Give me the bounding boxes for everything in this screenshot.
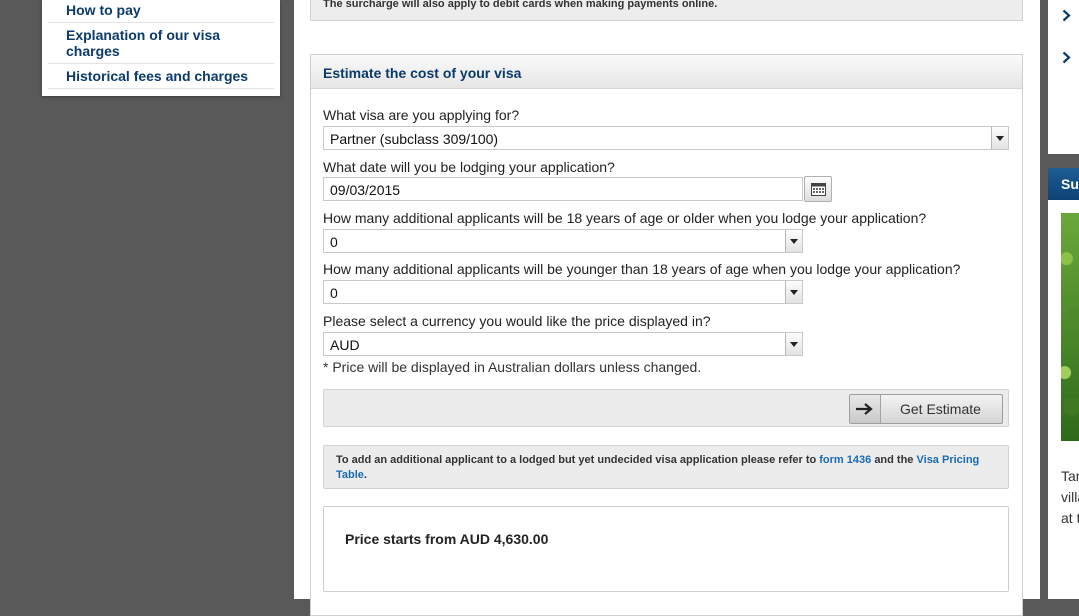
panel-title: Estimate the cost of your visa (323, 65, 522, 81)
info-prefix: To add an additional applicant to a lodg… (336, 454, 817, 466)
lodge-date-input[interactable]: 09/03/2015 (323, 177, 803, 201)
adult-applicants-value: 0 (330, 234, 338, 250)
currency-value: AUD (330, 337, 360, 353)
sidebar-divider (48, 22, 274, 23)
right-link-list (1048, 0, 1079, 154)
right-panel-title: Su (1061, 176, 1079, 192)
child-applicants-value: 0 (330, 285, 338, 301)
right-panel-header: Su (1048, 168, 1079, 200)
arrow-right-icon (850, 395, 881, 423)
info-text: To add an additional applicant to a lodg… (336, 453, 986, 483)
get-estimate-button[interactable]: Get Estimate (849, 394, 1003, 424)
additional-applicant-info: To add an additional applicant to a lodg… (323, 445, 1009, 489)
chevron-right-icon[interactable] (1062, 9, 1071, 22)
sidebar-divider (48, 63, 274, 64)
surcharge-notice: The surcharge will also apply to debit c… (310, 0, 1023, 21)
currency-select[interactable]: AUD (323, 332, 803, 356)
currency-question-label: Please select a currency you would like … (323, 313, 711, 329)
visa-cost-estimator-panel: Estimate the cost of your visa What visa… (310, 54, 1023, 616)
sidebar-link-historical-fees[interactable]: Historical fees and charges (66, 68, 272, 84)
adults-question-label: How many additional applicants will be 1… (323, 210, 927, 226)
panel-header: Estimate the cost of your visa (311, 55, 1022, 89)
feature-image[interactable] (1061, 213, 1079, 441)
calendar-button[interactable] (804, 176, 832, 202)
feature-text-line: at t (1061, 510, 1079, 526)
child-applicants-select[interactable]: 0 (323, 280, 803, 304)
info-mid: and the (874, 454, 914, 466)
price-result-box: Price starts from AUD 4,630.00 (323, 506, 1009, 592)
date-question-label: What date will you be lodging your appli… (323, 159, 615, 175)
left-sidebar-nav: How to pay Explanation of our visa charg… (42, 0, 280, 96)
info-suffix: . (363, 469, 367, 481)
chevron-down-icon[interactable] (785, 230, 802, 252)
form-1436-link[interactable]: form 1436 (819, 454, 871, 466)
get-estimate-label: Get Estimate (900, 401, 981, 417)
calendar-icon (811, 183, 826, 196)
estimate-button-bar: Get Estimate (323, 389, 1009, 427)
surcharge-notice-text: The surcharge will also apply to debit c… (323, 0, 718, 10)
price-result-text: Price starts from AUD 4,630.00 (345, 531, 549, 547)
currency-note: * Price will be displayed in Australian … (323, 359, 702, 375)
sidebar-link-how-to-pay[interactable]: How to pay (66, 2, 272, 18)
children-question-label: How many additional applicants will be y… (323, 261, 961, 277)
chevron-down-icon[interactable] (785, 281, 802, 303)
main-content: The surcharge will also apply to debit c… (294, 0, 1040, 616)
feature-text-line: Tar (1061, 468, 1079, 484)
visa-type-value: Partner (subclass 309/100) (330, 131, 499, 147)
right-feature-panel: Su Tar villa at t (1048, 168, 1079, 599)
visa-type-select[interactable]: Partner (subclass 309/100) (323, 126, 1009, 150)
chevron-right-icon[interactable] (1062, 51, 1071, 64)
visa-question-label: What visa are you applying for? (323, 107, 520, 123)
sidebar-divider (48, 88, 274, 89)
chevron-down-icon[interactable] (785, 333, 802, 355)
adult-applicants-select[interactable]: 0 (323, 229, 803, 253)
lodge-date-value: 09/03/2015 (330, 182, 401, 198)
chevron-down-icon[interactable] (991, 127, 1008, 149)
sidebar-link-explanation-visa-charges[interactable]: Explanation of our visa charges (66, 27, 272, 59)
feature-text-line: villa (1061, 489, 1079, 505)
